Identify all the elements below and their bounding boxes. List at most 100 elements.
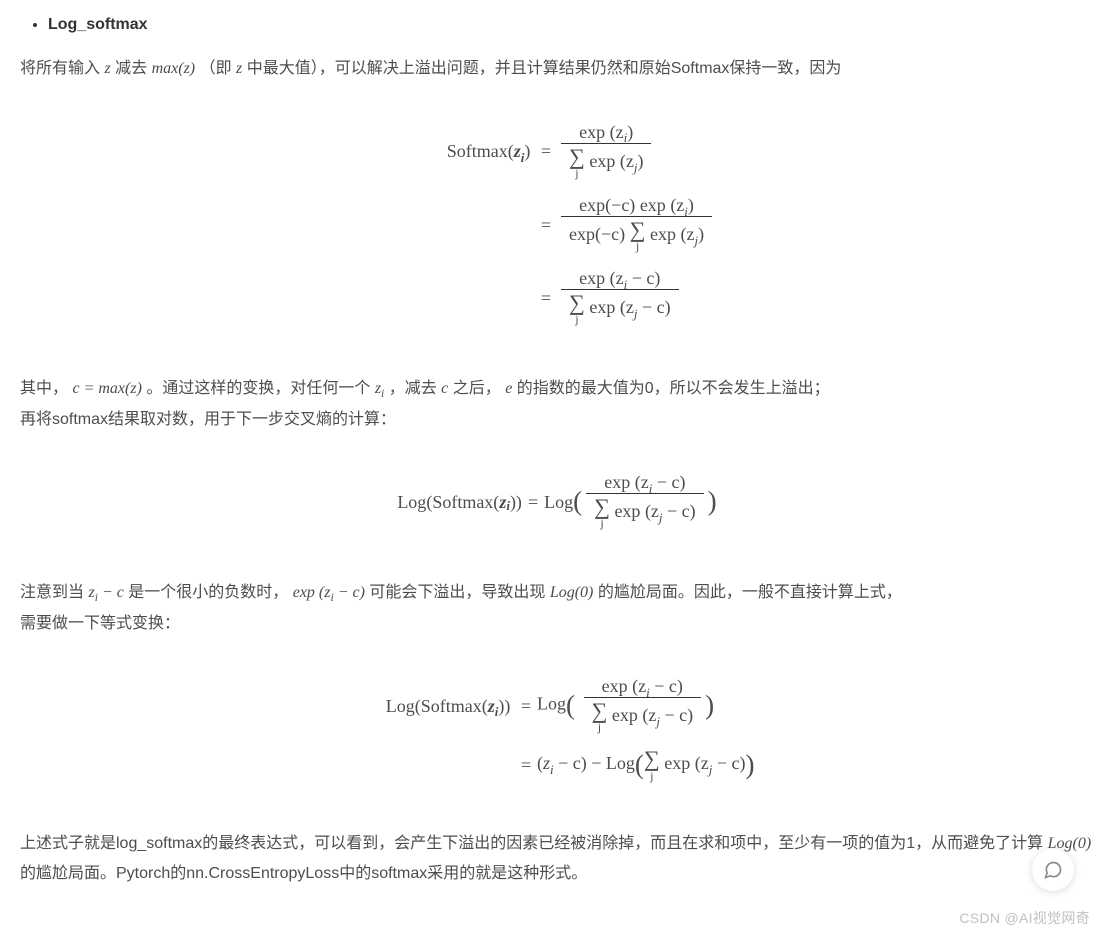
paren: (z <box>635 472 649 492</box>
sum-sub: j <box>600 518 603 530</box>
paren: (z <box>642 705 656 725</box>
eq-row: Softmax(zi) = exp (zi) ∑j exp (zj) <box>20 115 1094 188</box>
sub: i <box>550 762 554 777</box>
fraction: exp(−c) exp (zi) exp(−c) ∑j exp (zj) <box>561 194 712 255</box>
text: 之后， <box>453 380 501 397</box>
paren: − c) <box>652 472 685 492</box>
math: Log(0) <box>550 584 594 601</box>
paren: (z <box>695 754 709 774</box>
math: z <box>88 584 94 601</box>
sub: i <box>649 481 653 496</box>
sub: j <box>659 510 663 525</box>
sum-icon: ∑j <box>569 146 585 180</box>
paragraph-4: 上述式子就是log_softmax的最终表达式，可以看到，会产生下溢出的因素已经… <box>20 829 1094 890</box>
sum-icon: ∑j <box>592 700 608 734</box>
exp: exp <box>579 195 605 215</box>
exp: exp <box>589 151 615 171</box>
exp: exp <box>579 268 605 288</box>
paren: (z <box>680 224 694 244</box>
math-z: z <box>236 60 242 77</box>
softmax-label: Softmax( <box>447 141 514 161</box>
speech-bubble-icon <box>1043 860 1063 880</box>
log: Log <box>386 696 415 716</box>
paren: (z <box>610 268 624 288</box>
paren: (z <box>632 676 646 696</box>
sub: j <box>694 233 698 248</box>
math: e <box>505 380 512 397</box>
sub: i <box>624 130 628 145</box>
exp: exp <box>579 122 605 142</box>
exp: exp <box>569 224 595 244</box>
z-bold: z <box>499 493 506 511</box>
exp: exp <box>664 754 690 774</box>
equals: = <box>521 696 531 716</box>
equation-block-1: Softmax(zi) = exp (zi) ∑j exp (zj) = exp… <box>20 115 1094 335</box>
sum-icon: ∑j <box>594 496 610 530</box>
math: − c) <box>334 584 365 601</box>
text: 其中， <box>20 380 68 397</box>
text: （即 <box>200 60 236 77</box>
z-bold: z <box>514 141 521 161</box>
eq-row: = exp(−c) exp (zi) exp(−c) ∑j exp (zj) <box>20 188 1094 261</box>
text: 是一个很小的负数时， <box>128 584 288 601</box>
equals: = <box>528 493 538 511</box>
paren: (−c) <box>605 195 635 215</box>
paren: − c) <box>637 297 670 317</box>
text: 的尴尬局面。因此，一般不直接计算上式， <box>598 584 902 601</box>
eq-row: = (zi − c) − Log(∑j exp (zj − c)) <box>20 742 1094 788</box>
text: 的指数的最大值为0，所以不会发生上溢出； <box>517 380 830 397</box>
sum-sub: j <box>636 241 639 253</box>
fraction: exp (zi − c) ∑j exp (zj − c) <box>586 471 704 532</box>
paren: (−c) <box>595 224 625 244</box>
text: 上述式子就是log_softmax的最终表达式，可以看到，会产生下溢出的因素已经… <box>20 835 1048 852</box>
paragraph-2: 其中， c = max(z) 。通过这样的变换，对任何一个 zi ，减去 c 之… <box>20 374 1094 435</box>
minus: − <box>591 754 606 774</box>
paren: − c) <box>712 754 745 774</box>
sub: i <box>95 592 98 604</box>
eq-row: Log(Softmax(zi)) = Log( exp (zi − c) ∑j … <box>20 465 1094 538</box>
sub-i: i <box>521 150 525 165</box>
math: c = max(z) <box>72 380 141 397</box>
paren: ) <box>637 151 643 171</box>
text: 减去 <box>115 60 151 77</box>
sub: i <box>381 388 384 400</box>
math-maxz: max(z) <box>152 60 196 77</box>
sub: i <box>330 592 333 604</box>
math: z <box>543 754 550 774</box>
sum-sub: j <box>575 168 578 180</box>
exp: exp <box>640 195 666 215</box>
text: 将所有输入 <box>20 60 104 77</box>
fraction: exp (zi) ∑j exp (zj) <box>561 121 651 182</box>
text: 的尴尬局面。Pytorch的nn.CrossEntropyLoss中的softm… <box>20 865 587 882</box>
text: 中最大值），可以解决上溢出问题，并且计算结果仍然和原始Softmax保持一致，因… <box>247 60 842 77</box>
log: Log <box>537 694 566 714</box>
log: Log <box>397 493 426 511</box>
text: 需要做一下等式变换： <box>20 615 180 632</box>
eq-row: Log(Softmax(zi)) = Log( exp (zi − c) ∑j … <box>20 669 1094 742</box>
paren: (z <box>610 122 624 142</box>
paren: (z <box>620 297 634 317</box>
equation-block-3: Log(Softmax(zi)) = Log( exp (zi − c) ∑j … <box>20 669 1094 788</box>
sub: j <box>634 306 638 321</box>
exp: exp <box>614 501 640 521</box>
paren: − c) <box>650 676 683 696</box>
fraction: exp (zi − c) ∑j exp (zj − c) <box>584 675 702 736</box>
paren: (z <box>620 151 634 171</box>
paragraph-3: 注意到当 zi − c 是一个很小的负数时， exp (zi − c) 可能会下… <box>20 578 1094 639</box>
sub: i <box>646 685 650 700</box>
heading: Log_softmax <box>48 16 148 33</box>
sub-i: i <box>495 704 499 719</box>
text: 再将softmax结果取对数，用于下一步交叉熵的计算： <box>20 411 396 428</box>
sum-icon: ∑j <box>644 748 660 782</box>
sub-i: i <box>506 500 510 513</box>
text: ，减去 <box>389 380 441 397</box>
paren: ) <box>698 224 704 244</box>
paren: (z <box>645 501 659 521</box>
softmax-label: Softmax( <box>421 696 488 716</box>
softmax-label: Softmax( <box>432 493 499 511</box>
equation-block-2: Log(Softmax(zi)) = Log( exp (zi − c) ∑j … <box>20 465 1094 538</box>
exp: exp <box>602 676 628 696</box>
sum-icon: ∑j <box>569 292 585 326</box>
paren: (z <box>670 195 684 215</box>
sum-sub: j <box>575 314 578 326</box>
